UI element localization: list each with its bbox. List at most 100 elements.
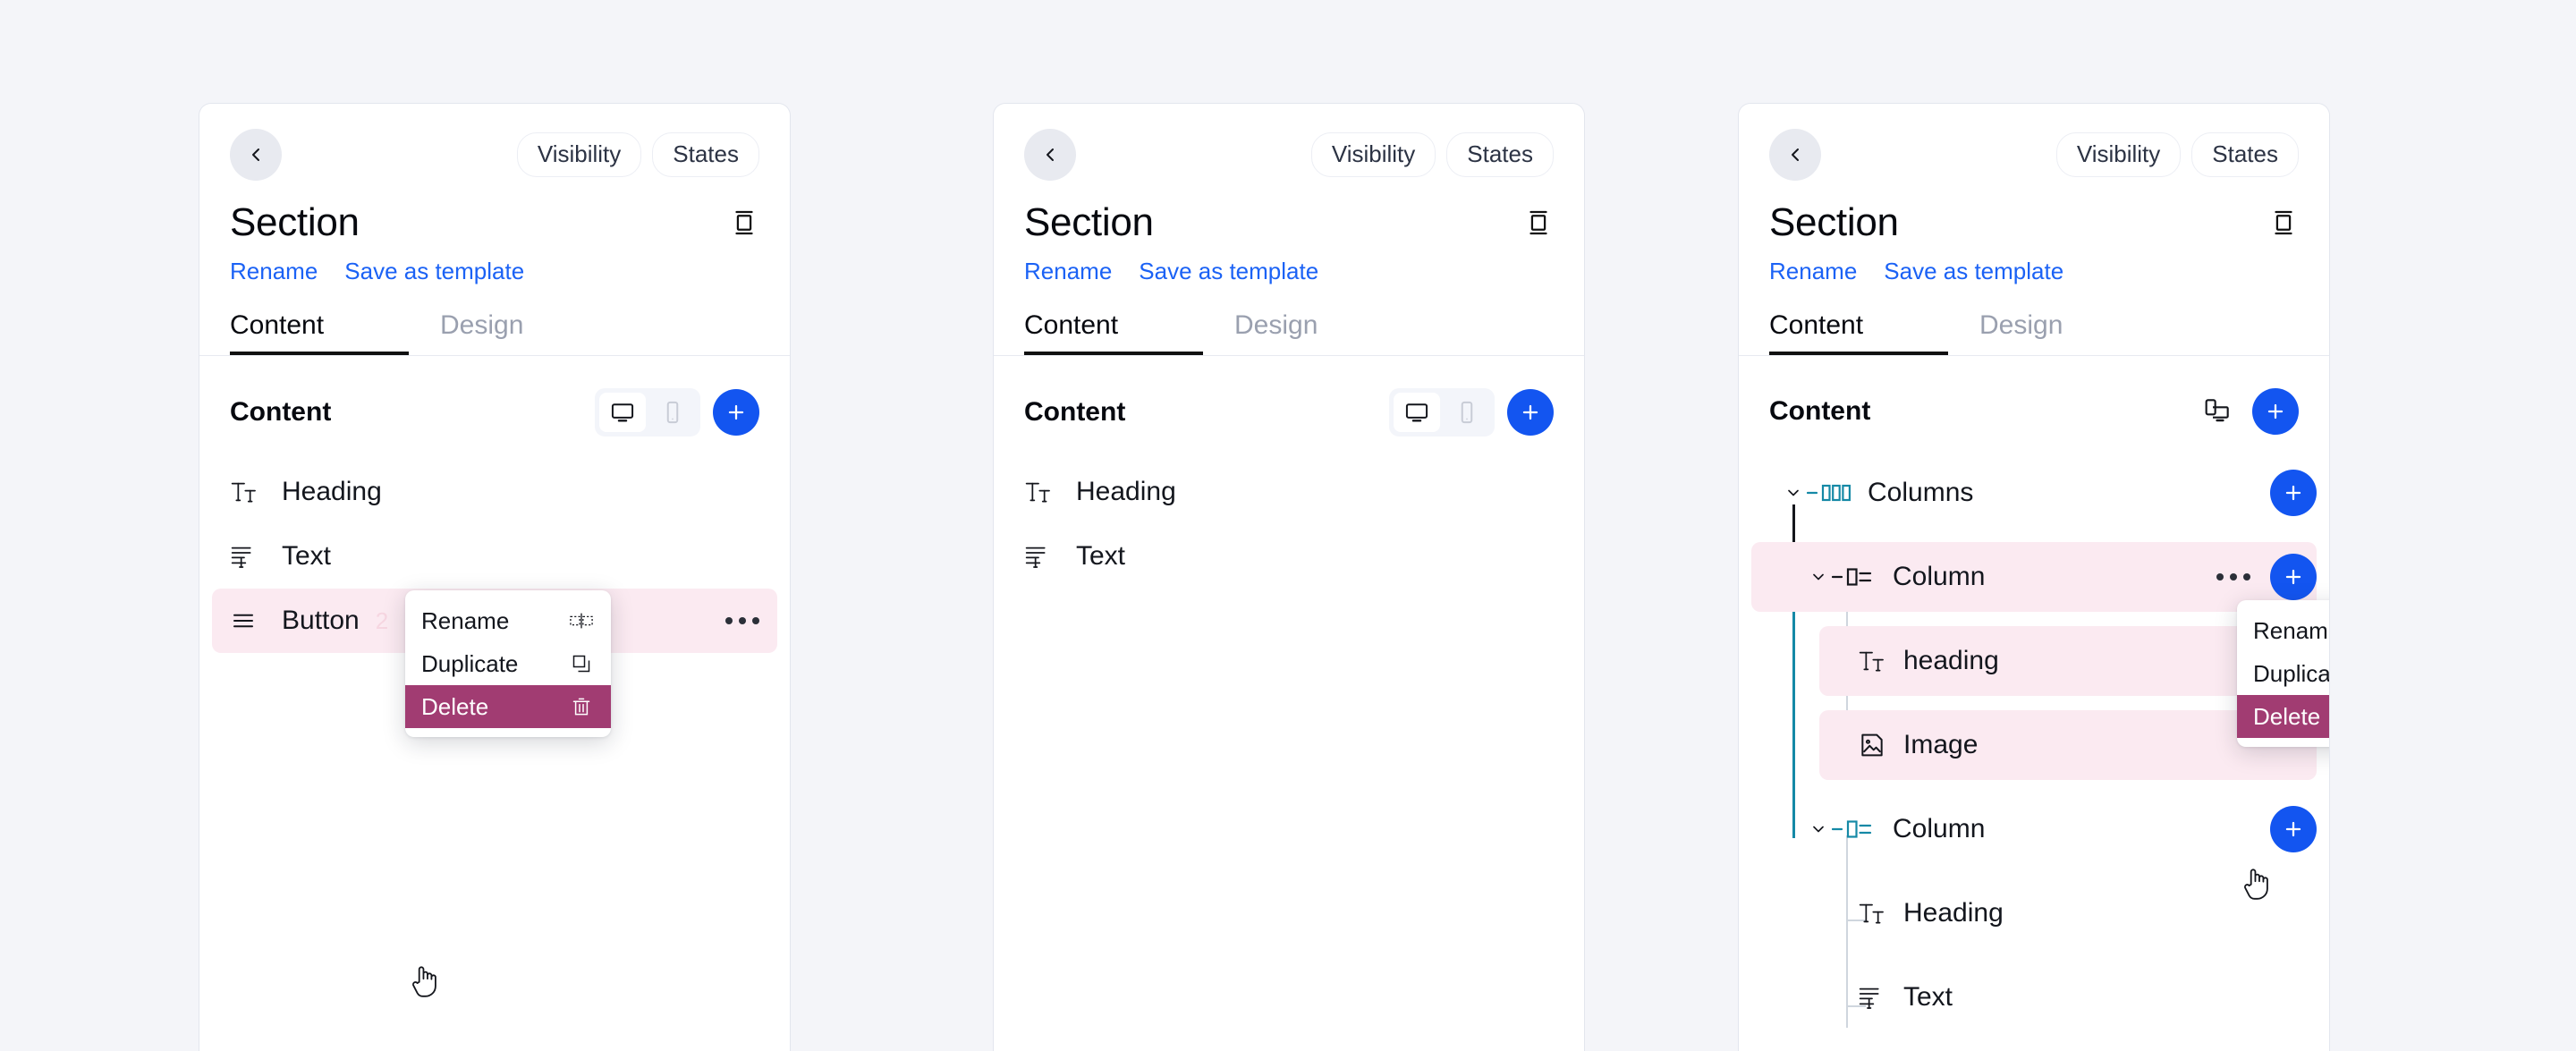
- context-menu-item-delete[interactable]: Delete: [405, 685, 611, 728]
- tree-row-column-selected[interactable]: Column: [1751, 542, 2317, 612]
- columns-icon: [1821, 479, 1852, 506]
- pointer-hand-cursor: [410, 962, 440, 1000]
- tree-row-heading-2[interactable]: Heading: [1819, 878, 2317, 948]
- page-title: Section: [1024, 200, 1154, 244]
- content-section-label: Content: [1769, 396, 1871, 426]
- context-menu-item-label: Delete: [421, 692, 489, 720]
- add-child-button[interactable]: [2270, 806, 2317, 852]
- add-element-button[interactable]: [1507, 389, 1554, 436]
- back-button[interactable]: [1024, 129, 1076, 181]
- rename-link[interactable]: Rename: [1024, 258, 1112, 285]
- context-menu-item-label: Rename: [2253, 616, 2329, 644]
- add-element-button[interactable]: [2252, 388, 2299, 435]
- rename-link[interactable]: Rename: [230, 258, 318, 285]
- save-as-template-link[interactable]: Save as template: [1884, 258, 2063, 285]
- content-toolbar: Content: [994, 356, 1584, 437]
- text-icon: [1024, 542, 1063, 571]
- device-toggle: [1389, 388, 1495, 437]
- back-button[interactable]: [230, 129, 282, 181]
- list-item-label: Text: [1076, 541, 1126, 571]
- page-title: Section: [230, 200, 360, 244]
- header-pill-group: Visibility States: [1310, 132, 1554, 177]
- header-links: Rename Save as template: [230, 258, 759, 285]
- rename-link[interactable]: Rename: [1769, 258, 1857, 285]
- add-element-button[interactable]: [713, 389, 759, 436]
- chevron-down-icon[interactable]: [1807, 820, 1830, 838]
- states-button[interactable]: States: [2191, 132, 2299, 177]
- states-button[interactable]: States: [1446, 132, 1554, 177]
- tab-content[interactable]: Content: [230, 310, 440, 355]
- tree-node: Text: [1739, 955, 2329, 1039]
- context-menu-item-duplicate[interactable]: Duplicate: [2237, 652, 2329, 695]
- column-icon: [1846, 564, 1877, 590]
- tree-row-label: Text: [1903, 982, 1953, 1012]
- back-button[interactable]: [1769, 129, 1821, 181]
- tab-design[interactable]: Design: [1979, 310, 2063, 355]
- responsive-devices-icon[interactable]: [2193, 388, 2240, 435]
- tree-node: Column: [1739, 787, 2329, 871]
- screen-canvas: Visibility States Section Rename Save as…: [0, 0, 2576, 1051]
- content-toolbar: Content: [1739, 356, 2329, 435]
- context-menu-item-rename[interactable]: Rename: [2237, 609, 2329, 652]
- chevron-left-icon: [1039, 144, 1061, 165]
- tree-row-columns[interactable]: Columns: [1751, 458, 2317, 528]
- tree-row-label: Heading: [1903, 898, 2004, 928]
- tree-row-label: Column: [1893, 562, 1986, 591]
- content-list: Heading Text: [994, 460, 1584, 589]
- tree-row-label: Columns: [1868, 478, 1974, 507]
- list-item[interactable]: Heading: [199, 460, 790, 524]
- chevron-down-icon[interactable]: [1807, 568, 1830, 586]
- tab-content[interactable]: Content: [1769, 310, 1979, 355]
- tab-design[interactable]: Design: [1234, 310, 1318, 355]
- list-item[interactable]: Heading: [994, 460, 1584, 524]
- panel-tabs: Content Design: [230, 310, 759, 355]
- row-more-button[interactable]: [725, 617, 759, 624]
- panel-header: Visibility States Section Rename Save as…: [199, 104, 790, 355]
- list-item[interactable]: Text: [199, 524, 790, 589]
- section-frame-icon[interactable]: [729, 208, 759, 238]
- tree-row-label: heading: [1903, 646, 1999, 675]
- header-pill-group: Visibility States: [516, 132, 759, 177]
- section-panel-1: Visibility States Section Rename Save as…: [199, 103, 791, 1051]
- device-toggle: [595, 388, 700, 437]
- mobile-icon[interactable]: [1444, 393, 1490, 432]
- content-section-label: Content: [230, 397, 332, 427]
- context-menu-item-duplicate[interactable]: Duplicate: [405, 642, 611, 685]
- tree-row-text[interactable]: Text: [1819, 962, 2317, 1032]
- context-menu-item-label: Rename: [421, 606, 510, 634]
- list-item-label: Button: [282, 606, 360, 635]
- heading-icon: [1857, 647, 1887, 675]
- content-toolbar: Content: [199, 356, 790, 437]
- trash-icon: [568, 696, 595, 717]
- states-button[interactable]: States: [652, 132, 759, 177]
- visibility-button[interactable]: Visibility: [516, 132, 642, 177]
- visibility-button[interactable]: Visibility: [1310, 132, 1436, 177]
- tree-row-more-button[interactable]: [2216, 573, 2250, 581]
- save-as-template-link[interactable]: Save as template: [1139, 258, 1318, 285]
- active-tab-underline: [230, 352, 409, 355]
- active-tab-underline: [1024, 352, 1203, 355]
- mobile-icon[interactable]: [649, 393, 696, 432]
- desktop-icon[interactable]: [1394, 393, 1440, 432]
- tree-dash-teal: [1830, 827, 1844, 831]
- section-frame-icon[interactable]: [1523, 208, 1554, 238]
- list-item[interactable]: Text: [994, 524, 1584, 589]
- context-menu-item-label: Delete: [2253, 702, 2321, 730]
- add-child-button[interactable]: [2270, 470, 2317, 516]
- image-icon: [1857, 731, 1887, 759]
- heading-icon: [230, 478, 269, 506]
- context-menu-item-rename[interactable]: Rename: [405, 599, 611, 642]
- content-section-label: Content: [1024, 397, 1126, 427]
- tree-row-column-2[interactable]: Column: [1751, 794, 2317, 864]
- chevron-down-icon[interactable]: [1782, 484, 1805, 502]
- tab-content[interactable]: Content: [1024, 310, 1234, 355]
- visibility-button[interactable]: Visibility: [2055, 132, 2182, 177]
- save-as-template-link[interactable]: Save as template: [344, 258, 524, 285]
- tree-row-label: Column: [1893, 814, 1986, 843]
- tab-design[interactable]: Design: [440, 310, 523, 355]
- desktop-icon[interactable]: [599, 393, 646, 432]
- add-child-button[interactable]: [2270, 554, 2317, 600]
- section-frame-icon[interactable]: [2268, 208, 2299, 238]
- context-menu: Rename Duplicate Delete: [405, 590, 611, 737]
- context-menu-item-delete[interactable]: Delete: [2237, 695, 2329, 738]
